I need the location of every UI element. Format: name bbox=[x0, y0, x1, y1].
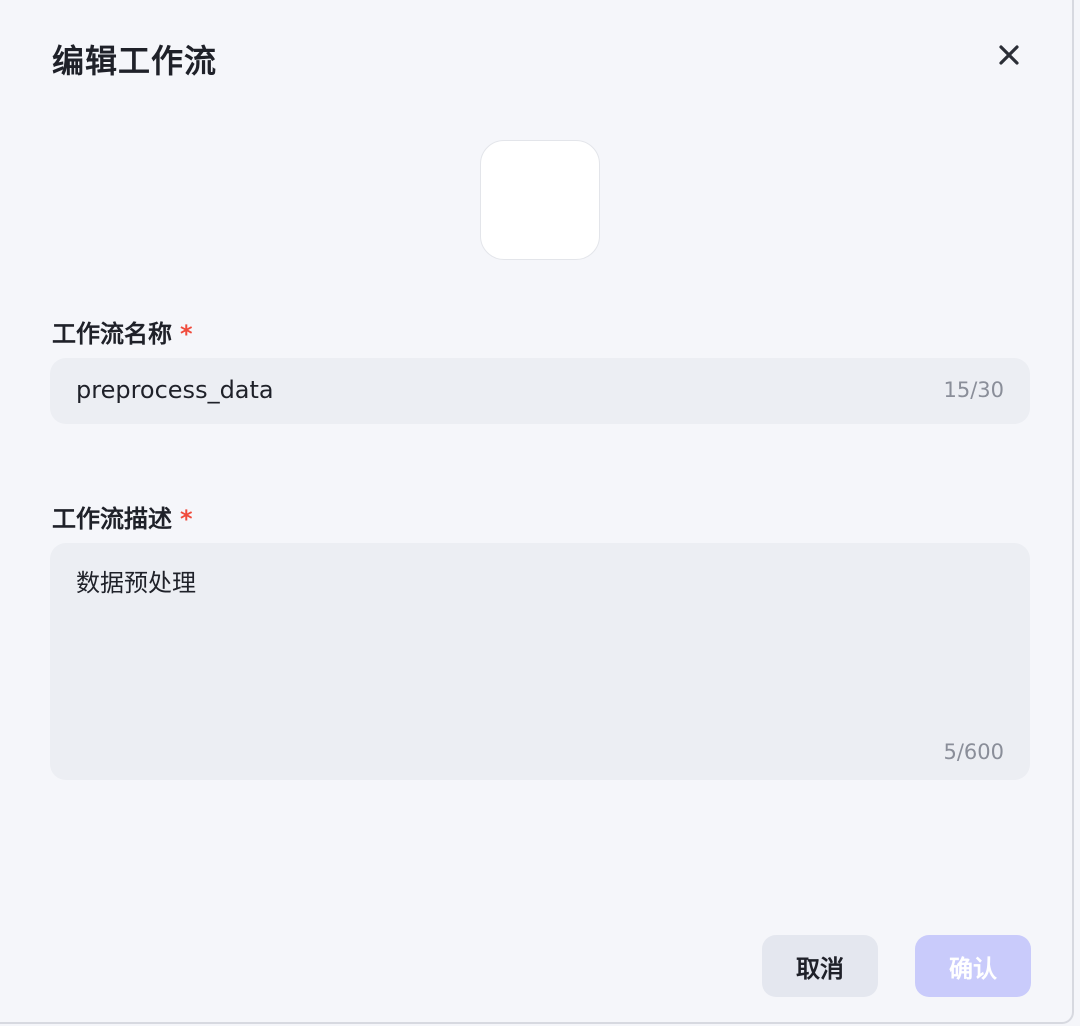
workflow-name-value[interactable]: preprocess_data bbox=[76, 376, 274, 404]
name-field-label: 工作流名称 * bbox=[52, 314, 193, 349]
close-button[interactable] bbox=[988, 36, 1030, 78]
cancel-button[interactable]: 取消 bbox=[762, 935, 878, 997]
confirm-button[interactable]: 确认 bbox=[915, 935, 1031, 997]
dialog-title: 编辑工作流 bbox=[52, 42, 218, 80]
description-label-text: 工作流描述 bbox=[52, 505, 172, 533]
workflow-description-value[interactable]: 数据预处理 bbox=[76, 563, 196, 598]
edit-workflow-dialog: 编辑工作流 工作流名称 * preprocess_data 15/30 工作流描述… bbox=[0, 0, 1074, 1024]
required-marker: * bbox=[180, 505, 193, 533]
workflow-description-textarea[interactable]: 数据预处理 5/600 bbox=[50, 543, 1030, 780]
name-char-counter: 15/30 bbox=[943, 378, 1004, 402]
description-char-counter: 5/600 bbox=[943, 740, 1004, 764]
required-marker: * bbox=[180, 320, 193, 348]
description-field-label: 工作流描述 * bbox=[52, 499, 193, 534]
workflow-icon-picker[interactable] bbox=[480, 140, 600, 260]
close-icon bbox=[997, 43, 1021, 71]
workflow-name-input[interactable]: preprocess_data 15/30 bbox=[50, 358, 1030, 424]
name-label-text: 工作流名称 bbox=[52, 320, 172, 348]
